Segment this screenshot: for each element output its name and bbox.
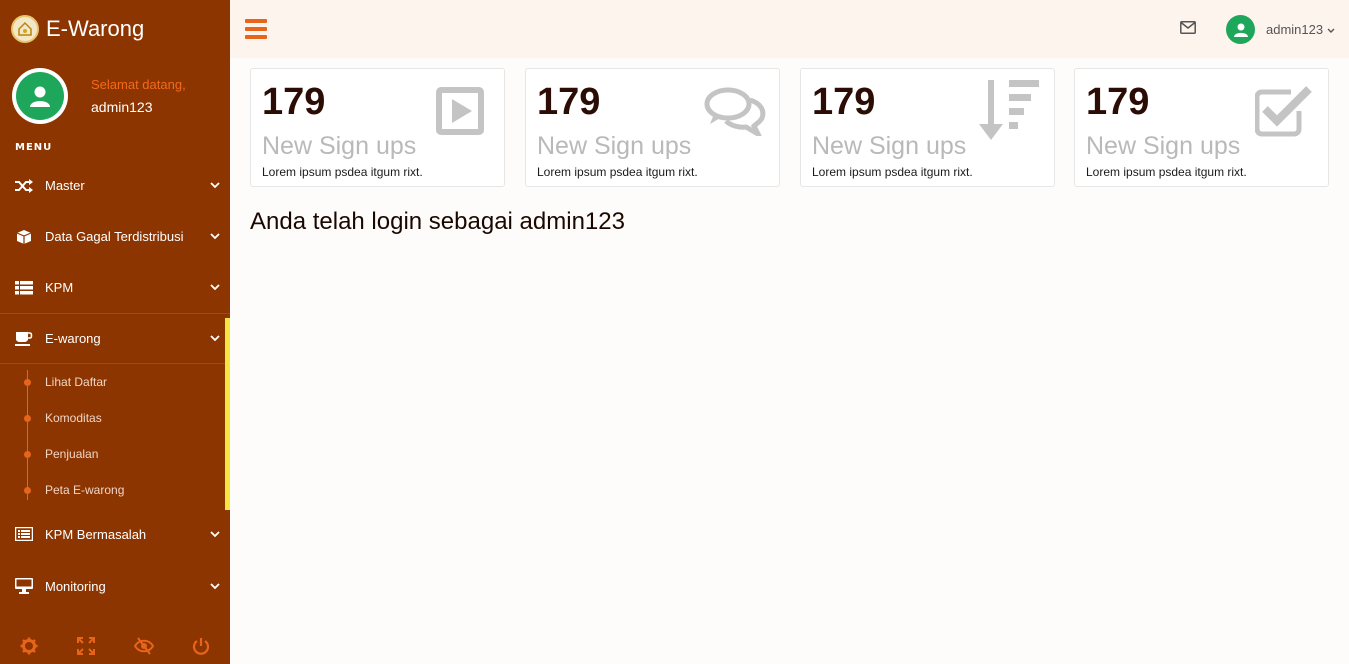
sidebar-item-label: E-warong: [45, 331, 101, 346]
stat-number: 179: [812, 81, 876, 123]
eye-slash-icon[interactable]: [133, 636, 154, 656]
user-icon: [30, 86, 50, 107]
sidebar-item-kpm[interactable]: KPM: [0, 262, 230, 313]
chevron-down-icon: [200, 530, 230, 538]
sidebar-item-label: Master: [45, 178, 85, 193]
chevron-down-icon: [1327, 21, 1335, 39]
shuffle-icon: [14, 178, 34, 194]
greeting-text: Selamat datang,: [91, 77, 186, 92]
bullet-icon: [24, 487, 31, 494]
stat-card: 179 New Sign ups Lorem ipsum psdea itgum…: [1074, 68, 1329, 187]
brand-logo-icon: [11, 15, 39, 43]
cube-icon: [14, 229, 34, 245]
stat-description: Lorem ipsum psdea itgum rixt.: [812, 165, 973, 179]
sidebar-item-label: KPM: [45, 280, 74, 295]
sidebar-footer: [0, 628, 230, 664]
user-icon: [1233, 23, 1248, 37]
submenu-item-komoditas[interactable]: Komoditas: [0, 400, 230, 436]
stat-number: 179: [1086, 81, 1150, 123]
sidebar-item-data-gagal[interactable]: Data Gagal Terdistribusi: [0, 211, 230, 262]
fullscreen-icon[interactable]: [76, 636, 96, 656]
hamburger-menu-icon[interactable]: [245, 19, 267, 39]
stat-description: Lorem ipsum psdea itgum rixt.: [537, 165, 698, 179]
active-indicator: [225, 318, 230, 510]
bullet-icon: [24, 379, 31, 386]
stat-number: 179: [262, 81, 326, 123]
power-icon[interactable]: [191, 636, 211, 656]
sidebar-item-label: Monitoring: [45, 578, 106, 594]
check-square-icon: [1253, 80, 1315, 142]
sidebar-item-e-warong[interactable]: E-warong: [0, 313, 230, 364]
chevron-down-icon: [200, 182, 230, 189]
submenu-item-penjualan[interactable]: Penjualan: [0, 436, 230, 472]
coffee-icon: [14, 331, 34, 347]
list-icon: [14, 280, 34, 296]
chevron-down-icon: [200, 233, 230, 240]
sidebar-item-monitoring[interactable]: Monitoring: [0, 560, 230, 612]
submenu-item-peta-e-warong[interactable]: Peta E-warong: [0, 472, 230, 508]
stat-card: 179 New Sign ups Lorem ipsum psdea itgum…: [800, 68, 1055, 187]
submenu-label: Komoditas: [45, 411, 102, 425]
stat-title: New Sign ups: [812, 132, 967, 160]
stat-card: 179 New Sign ups Lorem ipsum psdea itgum…: [250, 68, 505, 187]
submenu-label: Lihat Daftar: [45, 375, 108, 389]
gear-icon[interactable]: [19, 636, 39, 656]
desktop-icon: [14, 578, 34, 594]
sidebar-item-master[interactable]: Master: [0, 160, 230, 211]
stat-title: New Sign ups: [262, 132, 417, 160]
stat-description: Lorem ipsum psdea itgum rixt.: [262, 165, 423, 179]
welcome-message: Anda telah login sebagai admin123: [250, 208, 625, 235]
bullet-icon: [24, 451, 31, 458]
stat-number: 179: [537, 81, 601, 123]
envelope-icon[interactable]: [1180, 21, 1196, 39]
avatar: [1226, 15, 1255, 44]
sidebar-item-label: KPM Bermasalah: [45, 526, 147, 542]
e-warong-submenu: Lihat Daftar Komoditas Penjualan Peta E-…: [0, 364, 230, 508]
stat-card: 179 New Sign ups Lorem ipsum psdea itgum…: [525, 68, 780, 187]
stat-title: New Sign ups: [1086, 132, 1241, 160]
comments-icon: [704, 80, 766, 142]
submenu-label: Penjualan: [45, 447, 99, 461]
menu-heading: MENU: [15, 142, 53, 153]
topbar-username: admin123: [1266, 22, 1324, 37]
topbar: admin123: [230, 0, 1349, 58]
play-icon: [429, 80, 491, 142]
chevron-down-icon: [200, 284, 230, 291]
submenu-label: Peta E-warong: [45, 483, 125, 497]
chevron-down-icon: [200, 582, 230, 590]
user-profile: Selamat datang, admin123: [0, 58, 230, 134]
brand-title: E-Warong: [46, 16, 145, 41]
list-alt-icon: [14, 526, 34, 542]
profile-username: admin123: [91, 99, 153, 115]
sidebar-item-kpm-bermasalah[interactable]: KPM Bermasalah: [0, 508, 230, 560]
sidebar-item-label: Data Gagal Terdistribusi: [45, 229, 184, 244]
avatar: [12, 68, 68, 124]
submenu-item-lihat-daftar[interactable]: Lihat Daftar: [0, 364, 230, 400]
stat-description: Lorem ipsum psdea itgum rixt.: [1086, 165, 1247, 179]
stat-title: New Sign ups: [537, 132, 692, 160]
brand[interactable]: E-Warong: [0, 0, 230, 58]
sort-amount-down-icon: [979, 80, 1041, 142]
sidebar: E-Warong Selamat datang, admin123 MENU M…: [0, 0, 230, 664]
bullet-icon: [24, 415, 31, 422]
user-menu[interactable]: admin123: [1226, 15, 1335, 44]
